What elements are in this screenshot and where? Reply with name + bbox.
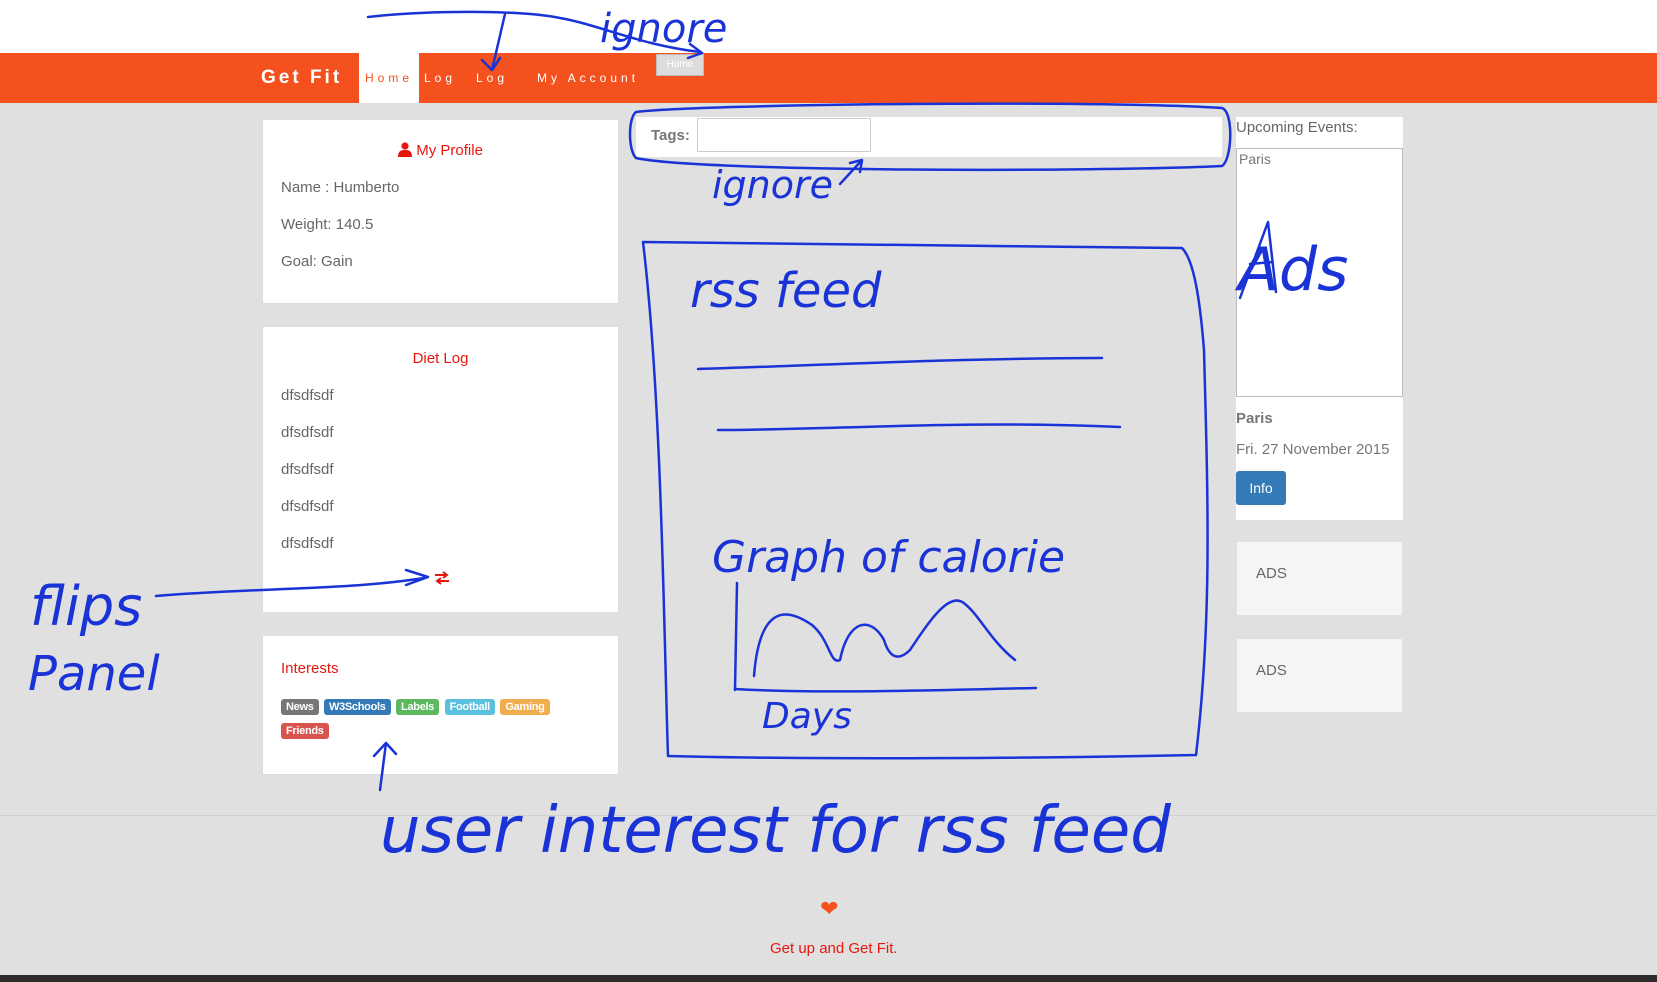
profile-title-text: My Profile <box>416 142 483 159</box>
interest-tag-friends[interactable]: Friends <box>281 723 329 739</box>
tags-input[interactable] <box>697 118 871 152</box>
interests-panel: Interests News W3Schools Labels Football… <box>262 635 619 775</box>
diet-log-entry: dfsdfsdf <box>281 535 334 552</box>
event-date: Fri. 27 November 2015 <box>1236 441 1390 458</box>
nav-home[interactable]: Home <box>359 53 419 103</box>
event-name: Paris <box>1236 410 1273 427</box>
footer-text: Get up and Get Fit. <box>770 940 898 957</box>
sketch-rss-label: rss feed <box>690 263 882 319</box>
tags-bar: Tags: <box>636 117 1222 157</box>
interest-tag-gaming[interactable]: Gaming <box>500 699 550 715</box>
sketch-panel-label: Panel <box>28 646 160 702</box>
upcoming-events-title: Upcoming Events: <box>1236 119 1358 136</box>
sketch-days-label: Days <box>762 696 852 737</box>
taskbar <box>0 975 1657 982</box>
sketch-graph-curve <box>752 599 1017 678</box>
diet-log-entry: dfsdfsdf <box>281 498 334 515</box>
interest-tag-w3schools[interactable]: W3Schools <box>324 699 391 715</box>
footer-divider <box>0 815 1657 816</box>
user-icon <box>398 142 413 157</box>
interest-tag-news[interactable]: News <box>281 699 319 715</box>
ads-label: ADS <box>1256 662 1287 679</box>
tags-label: Tags: <box>651 127 690 144</box>
sketch-graph-x-axis <box>733 686 1038 693</box>
event-image: Paris <box>1236 148 1403 397</box>
nav-my-account[interactable]: My Account <box>537 53 639 103</box>
profile-weight: Weight: 140.5 <box>281 216 374 233</box>
interest-tag-football[interactable]: Football <box>444 699 495 715</box>
info-button[interactable]: Info <box>1236 471 1286 505</box>
diet-log-entry: dfsdfsdf <box>281 461 334 478</box>
brand-logo[interactable]: Get Fit <box>261 67 342 89</box>
diet-log-entry: dfsdfsdf <box>281 424 334 441</box>
profile-name: Name : Humberto <box>281 179 400 196</box>
sketch-user-interest-label: user interest for rss feed <box>380 794 1171 868</box>
interests-title: Interests <box>281 660 339 677</box>
interest-tags: News W3Schools Labels Football Gaming Fr… <box>281 697 581 745</box>
sketch-rss-line <box>696 356 1104 371</box>
home-button[interactable]: Home <box>656 54 704 76</box>
nav-log[interactable]: Log <box>424 53 456 103</box>
sketch-flips-label: flips <box>30 575 142 638</box>
ads-label: ADS <box>1256 565 1287 582</box>
nav-log-2[interactable]: Log <box>476 53 508 103</box>
diet-log-entry: dfsdfsdf <box>281 387 334 404</box>
sketch-rss-line <box>716 423 1122 432</box>
top-blank-area <box>0 0 1657 53</box>
sketch-arrow-ignore <box>838 158 864 186</box>
profile-goal: Goal: Gain <box>281 253 353 270</box>
navbar: Get Fit Home Log Log My Account Home <box>0 53 1657 103</box>
sketch-graph-y-axis <box>733 581 739 692</box>
diet-log-panel: Diet Log dfsdfsdf dfsdfsdf dfsdfsdf dfsd… <box>262 326 619 613</box>
broken-image-alt: Paris <box>1239 151 1271 167</box>
ads-box[interactable]: ADS <box>1236 638 1403 713</box>
sketch-ignore-mid: ignore <box>712 163 833 207</box>
sketch-rss-box <box>641 240 1209 760</box>
profile-title: My Profile <box>263 142 618 159</box>
sketch-graph-label: Graph of calorie <box>712 532 1065 583</box>
profile-panel: My Profile Name : Humberto Weight: 140.5… <box>262 119 619 304</box>
heart-icon: ❤ <box>820 896 839 921</box>
diet-log-title: Diet Log <box>412 350 469 367</box>
interest-tag-labels[interactable]: Labels <box>396 699 440 715</box>
swap-arrows-icon[interactable] <box>434 571 450 585</box>
ads-box[interactable]: ADS <box>1236 541 1403 616</box>
upcoming-events-panel: Upcoming Events: Paris Paris Fri. 27 Nov… <box>1236 117 1403 520</box>
